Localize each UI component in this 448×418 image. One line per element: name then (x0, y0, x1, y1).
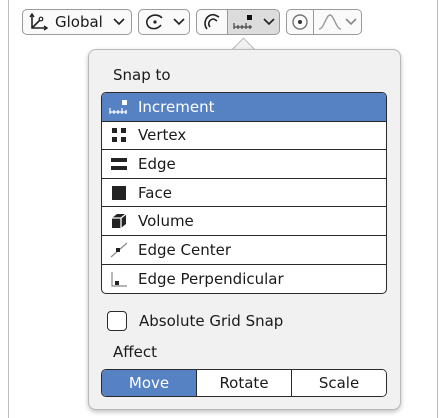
increment-icon (232, 13, 256, 31)
snap-option-vertex[interactable]: Vertex (102, 122, 386, 151)
smooth-falloff-icon (318, 13, 342, 31)
absolute-grid-snap-option[interactable]: Absolute Grid Snap (107, 311, 283, 331)
snap-to-heading: Snap to (113, 66, 171, 84)
absolute-grid-snap-label: Absolute Grid Snap (139, 312, 284, 330)
increment-icon (108, 97, 130, 117)
chevron-down-icon (345, 18, 357, 26)
affect-heading: Affect (113, 343, 157, 361)
snap-option-increment[interactable]: Increment (102, 93, 386, 122)
edge-icon (108, 154, 130, 174)
snap-option-label: Volume (138, 212, 194, 231)
proportional-circle-icon (291, 13, 309, 31)
snap-option-label: Edge Center (138, 240, 232, 259)
affect-move-button[interactable]: Move (102, 370, 196, 396)
orientation-axes-icon (29, 13, 49, 31)
magnet-icon (201, 11, 223, 33)
affect-scale-button[interactable]: Scale (291, 370, 386, 396)
absolute-grid-snap-checkbox[interactable] (107, 311, 127, 331)
snap-option-label: Edge (138, 154, 176, 173)
orientation-label: Global (55, 13, 103, 31)
transform-orientation-dropdown[interactable]: Global (22, 9, 132, 35)
chevron-down-icon (173, 18, 185, 26)
snap-toggle-button[interactable] (196, 9, 228, 35)
snapping-controls (196, 9, 280, 35)
pivot-point-icon (143, 12, 167, 32)
proportional-editing-toggle[interactable] (286, 9, 314, 35)
affect-segmented-control: Move Rotate Scale (101, 369, 387, 397)
volume-icon (108, 211, 130, 231)
chevron-down-icon (113, 18, 125, 26)
face-icon (108, 183, 130, 203)
snap-option-label: Face (138, 183, 172, 202)
pivot-point-dropdown[interactable] (138, 9, 190, 35)
snap-settings-popover: Snap to Increment Vertex Edge Face Volum… (88, 49, 401, 410)
snap-option-edge-center[interactable]: Edge Center (102, 236, 386, 265)
falloff-dropdown[interactable] (314, 9, 362, 35)
snap-element-list: Increment Vertex Edge Face Volume Edge C… (101, 92, 387, 294)
snap-option-edge-perpendicular[interactable]: Edge Perpendicular (102, 265, 386, 293)
snap-element-dropdown[interactable] (228, 9, 280, 35)
affect-rotate-button[interactable]: Rotate (196, 370, 291, 396)
snap-option-label: Vertex (138, 126, 187, 145)
snap-option-face[interactable]: Face (102, 179, 386, 208)
snap-option-edge[interactable]: Edge (102, 150, 386, 179)
proportional-editing-controls (286, 9, 362, 35)
vertex-icon (108, 125, 130, 145)
snap-option-label: Edge Perpendicular (138, 269, 284, 288)
edge-perpendicular-icon (108, 269, 130, 289)
edge-center-icon (108, 240, 130, 260)
snap-option-volume[interactable]: Volume (102, 207, 386, 236)
snap-option-label: Increment (138, 97, 215, 116)
chevron-down-icon (263, 18, 275, 26)
header-toolbar: Global (22, 8, 362, 36)
